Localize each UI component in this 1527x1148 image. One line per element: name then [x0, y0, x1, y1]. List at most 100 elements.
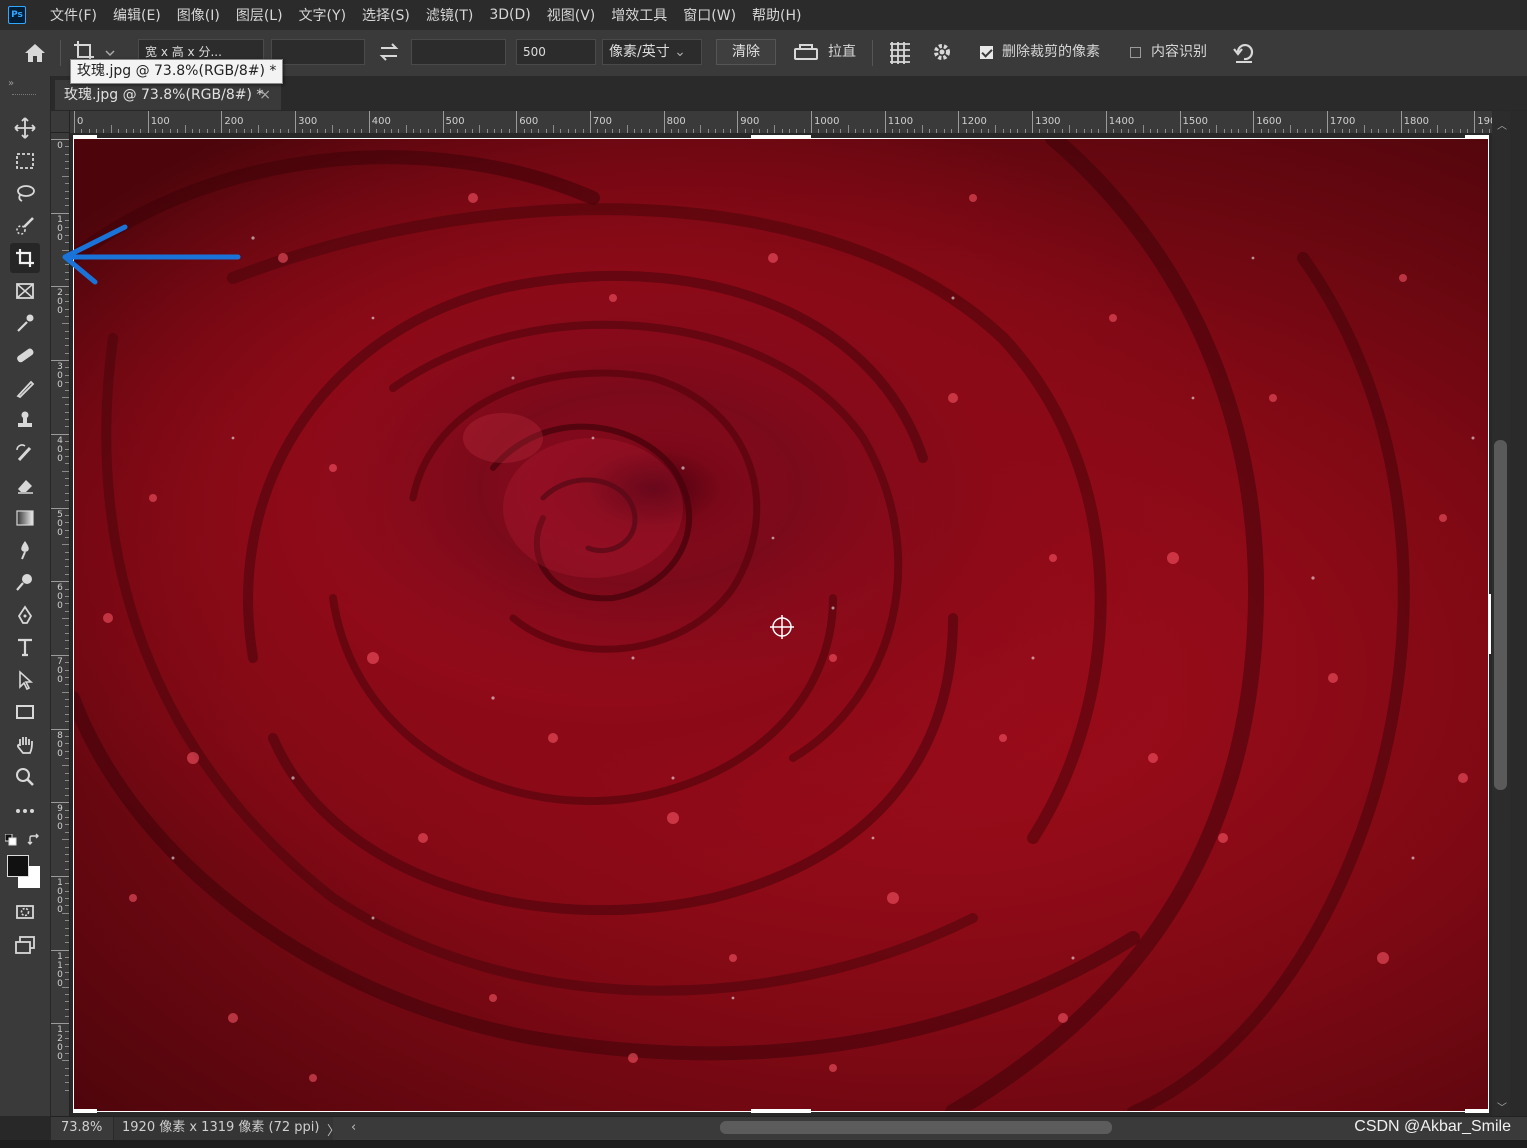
clone-stamp-tool-icon[interactable]	[10, 405, 40, 435]
scroll-left-icon[interactable]: ‹	[351, 1120, 356, 1135]
type-tool-icon[interactable]	[10, 632, 40, 662]
menu-select[interactable]: 选择(S)	[354, 5, 418, 25]
quick-mask-icon[interactable]	[10, 897, 40, 927]
ruler-minor-tick	[65, 971, 69, 973]
crop-tool-icon[interactable]	[10, 243, 40, 273]
lasso-tool-icon[interactable]	[10, 178, 40, 208]
screen-mode-icon[interactable]	[10, 930, 40, 960]
ruler-minor-tick	[65, 640, 69, 642]
ruler-minor-tick	[65, 566, 69, 568]
menu-plugins[interactable]: 增效工具	[603, 5, 675, 25]
panel-grip[interactable]	[12, 94, 36, 97]
crop-handle-bottom[interactable]	[751, 1109, 811, 1113]
healing-brush-tool-icon[interactable]	[10, 340, 40, 370]
clear-button[interactable]: 清除	[716, 39, 776, 65]
move-tool-icon[interactable]	[10, 113, 40, 143]
crop-handle-right[interactable]	[1488, 594, 1491, 654]
crop-handle-top-left[interactable]	[73, 135, 97, 139]
ruler-top-label: 900	[740, 116, 760, 127]
collapse-panel-icon[interactable]: »	[8, 78, 14, 89]
zoom-tool-icon[interactable]	[10, 762, 40, 792]
ruler-origin[interactable]	[51, 111, 70, 133]
default-colors-icon[interactable]	[4, 833, 17, 846]
ruler-minor-tick	[65, 927, 69, 929]
ruler-minor-tick	[65, 1038, 69, 1040]
ruler-minor-tick	[65, 301, 69, 303]
frame-tool-icon[interactable]	[10, 276, 40, 306]
menu-layer[interactable]: 图层(L)	[228, 5, 291, 25]
unit-select[interactable]: 像素/英寸 ⌄	[602, 39, 702, 65]
history-brush-tool-icon[interactable]	[10, 438, 40, 468]
resolution-input[interactable]: 500	[516, 39, 596, 65]
ruler-left-label: 1 2 0 0	[57, 1025, 63, 1063]
document-tab[interactable]: 玫瑰.jpg @ 73.8%(RGB/8#) * ×	[55, 80, 281, 110]
document-tooltip: 玫瑰.jpg @ 73.8%(RGB/8#) *	[70, 59, 284, 84]
straighten-icon[interactable]	[792, 39, 820, 65]
menu-edit[interactable]: 编辑(E)	[105, 5, 169, 25]
eyedropper-tool-icon[interactable]	[10, 308, 40, 338]
menu-3d[interactable]: 3D(D)	[481, 7, 538, 23]
path-select-tool-icon[interactable]	[10, 665, 40, 695]
delete-cropped-label[interactable]: 删除裁剪的像素	[1002, 39, 1100, 65]
ruler-minor-tick	[110, 125, 112, 133]
ruler-minor-tick	[65, 455, 69, 457]
horizontal-ruler[interactable]: 0 100 200 300 400 500 600 700 800 900 1000 1100 1200…	[70, 111, 1492, 134]
ruler-minor-tick	[65, 1089, 69, 1091]
crop-handle-top[interactable]	[751, 135, 811, 139]
width-input[interactable]	[271, 39, 365, 65]
horizontal-scroll-thumb[interactable]	[720, 1121, 1112, 1134]
overlay-grid-icon[interactable]	[886, 39, 914, 65]
gradient-tool-icon[interactable]	[10, 503, 40, 533]
pen-tool-icon[interactable]	[10, 600, 40, 630]
close-tab-icon[interactable]: ×	[259, 80, 271, 110]
menu-window[interactable]: 窗口(W)	[675, 5, 744, 25]
crop-handle-bottom-left[interactable]	[73, 1109, 97, 1113]
menu-image[interactable]: 图像(I)	[169, 5, 228, 25]
rectangle-tool-icon[interactable]	[10, 697, 40, 727]
ruler-top-label: 1800	[1403, 116, 1430, 127]
menu-file[interactable]: 文件(F)	[42, 5, 105, 25]
foreground-color-swatch[interactable]	[7, 855, 29, 877]
hand-tool-icon[interactable]	[10, 730, 40, 760]
menu-view[interactable]: 视图(V)	[539, 5, 604, 25]
delete-cropped-checkbox[interactable]	[980, 46, 993, 59]
content-aware-label[interactable]: 内容识别	[1151, 39, 1207, 65]
status-menu-arrow-icon[interactable]: 〉	[327, 1120, 340, 1139]
home-icon[interactable]	[20, 40, 50, 66]
crop-handle-top-right[interactable]	[1465, 135, 1489, 139]
brush-tool-icon[interactable]	[10, 373, 40, 403]
menu-type[interactable]: 文字(Y)	[291, 5, 354, 25]
eraser-tool-icon[interactable]	[10, 470, 40, 500]
swap-dimensions-icon[interactable]	[374, 39, 404, 65]
crop-handle-bottom-right[interactable]	[1465, 1109, 1489, 1113]
photoshop-logo[interactable]: Ps	[8, 6, 26, 24]
ruler-minor-tick	[65, 964, 69, 966]
ruler-major-tick	[589, 111, 591, 133]
reset-icon[interactable]	[1230, 39, 1258, 65]
annotation-arrow-icon	[62, 224, 241, 285]
marquee-tool-icon[interactable]	[10, 146, 40, 176]
menu-help[interactable]: 帮助(H)	[744, 5, 809, 25]
more-tools-icon[interactable]	[10, 796, 40, 826]
blur-tool-icon[interactable]	[10, 535, 40, 565]
straighten-label[interactable]: 拉直	[828, 39, 856, 65]
vertical-scrollbar[interactable]: ︿ ﹀	[1492, 111, 1510, 1116]
ruler-minor-tick	[65, 861, 69, 863]
rose-image[interactable]	[73, 138, 1489, 1112]
document-info[interactable]: 1920 像素 x 1319 像素 (72 ppi)	[113, 1117, 333, 1140]
gear-icon[interactable]	[928, 39, 956, 65]
ruler-top-label: 1100	[887, 116, 914, 127]
swap-colors-icon[interactable]	[27, 833, 41, 847]
dodge-tool-icon[interactable]	[10, 567, 40, 597]
quick-select-tool-icon[interactable]	[10, 211, 40, 241]
scroll-down-icon[interactable]: ﹀	[1497, 1099, 1507, 1114]
ruler-minor-tick	[65, 536, 69, 538]
ruler-minor-tick	[1363, 125, 1365, 133]
scroll-up-icon[interactable]: ︿	[1497, 117, 1507, 132]
zoom-level[interactable]: 73.8%	[61, 1120, 102, 1135]
height-input[interactable]	[411, 39, 506, 65]
menu-filter[interactable]: 滤镜(T)	[418, 5, 481, 25]
content-aware-checkbox[interactable]	[1130, 47, 1141, 58]
vertical-scroll-thumb[interactable]	[1494, 440, 1507, 790]
ruler-minor-tick	[65, 669, 69, 671]
